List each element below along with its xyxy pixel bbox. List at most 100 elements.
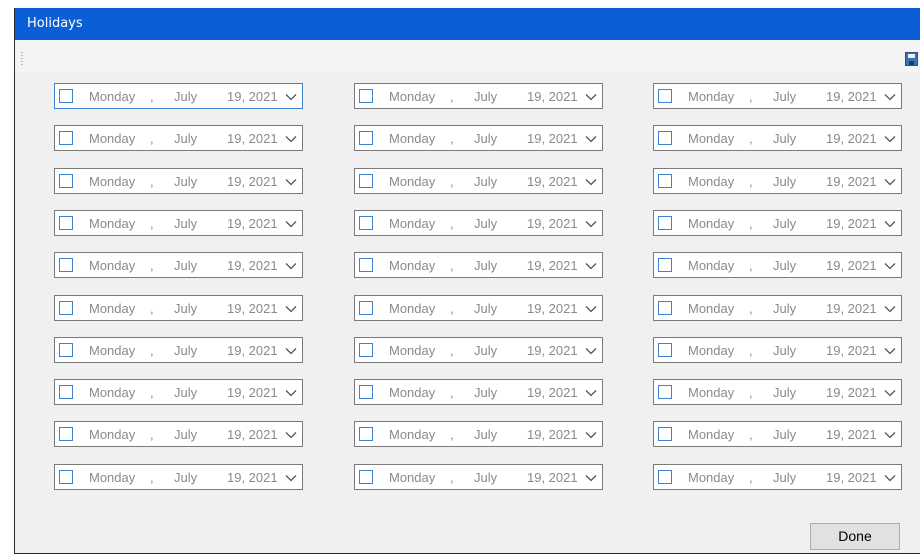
holiday-checkbox[interactable]: [658, 89, 672, 103]
chevron-down-icon[interactable]: [285, 431, 297, 439]
day-year-field[interactable]: 19, 2021: [227, 343, 278, 358]
chevron-down-icon[interactable]: [585, 305, 597, 313]
weekday-field[interactable]: Monday: [688, 301, 734, 316]
month-field[interactable]: July: [474, 89, 497, 104]
month-field[interactable]: July: [174, 131, 197, 146]
holiday-checkbox[interactable]: [359, 131, 373, 145]
chevron-down-icon[interactable]: [884, 220, 896, 228]
holiday-date-picker[interactable]: Monday, July 19, 2021: [54, 464, 303, 490]
weekday-field[interactable]: Monday: [89, 174, 135, 189]
month-field[interactable]: July: [773, 470, 796, 485]
holiday-checkbox[interactable]: [658, 427, 672, 441]
chevron-down-icon[interactable]: [585, 135, 597, 143]
day-year-field[interactable]: 19, 2021: [227, 301, 278, 316]
day-year-field[interactable]: 19, 2021: [227, 131, 278, 146]
holiday-date-picker[interactable]: Monday, July 19, 2021: [354, 421, 603, 447]
holiday-checkbox[interactable]: [59, 89, 73, 103]
holiday-checkbox[interactable]: [658, 385, 672, 399]
month-field[interactable]: July: [174, 427, 197, 442]
month-field[interactable]: July: [174, 174, 197, 189]
holiday-date-picker[interactable]: Monday, July 19, 2021: [354, 464, 603, 490]
month-field[interactable]: July: [474, 343, 497, 358]
weekday-field[interactable]: Monday: [89, 258, 135, 273]
day-year-field[interactable]: 19, 2021: [227, 174, 278, 189]
month-field[interactable]: July: [773, 216, 796, 231]
month-field[interactable]: July: [474, 301, 497, 316]
chevron-down-icon[interactable]: [585, 93, 597, 101]
holiday-date-picker[interactable]: Monday, July 19, 2021: [54, 295, 303, 321]
holiday-checkbox[interactable]: [658, 343, 672, 357]
weekday-field[interactable]: Monday: [688, 470, 734, 485]
day-year-field[interactable]: 19, 2021: [527, 258, 578, 273]
month-field[interactable]: July: [474, 470, 497, 485]
holiday-date-picker[interactable]: Monday, July 19, 2021: [54, 421, 303, 447]
month-field[interactable]: July: [474, 174, 497, 189]
chevron-down-icon[interactable]: [285, 178, 297, 186]
holiday-date-picker[interactable]: Monday, July 19, 2021: [653, 83, 902, 109]
holiday-checkbox[interactable]: [658, 301, 672, 315]
day-year-field[interactable]: 19, 2021: [227, 216, 278, 231]
holiday-checkbox[interactable]: [59, 174, 73, 188]
toolbar-grip-icon[interactable]: [21, 52, 23, 66]
chevron-down-icon[interactable]: [285, 474, 297, 482]
chevron-down-icon[interactable]: [585, 474, 597, 482]
holiday-date-picker[interactable]: Monday, July 19, 2021: [54, 125, 303, 151]
chevron-down-icon[interactable]: [884, 305, 896, 313]
weekday-field[interactable]: Monday: [389, 258, 435, 273]
holiday-checkbox[interactable]: [658, 258, 672, 272]
holiday-checkbox[interactable]: [359, 216, 373, 230]
holiday-checkbox[interactable]: [59, 216, 73, 230]
day-year-field[interactable]: 19, 2021: [227, 89, 278, 104]
holiday-checkbox[interactable]: [359, 385, 373, 399]
holiday-date-picker[interactable]: Monday, July 19, 2021: [354, 295, 603, 321]
month-field[interactable]: July: [474, 427, 497, 442]
weekday-field[interactable]: Monday: [89, 301, 135, 316]
chevron-down-icon[interactable]: [585, 347, 597, 355]
chevron-down-icon[interactable]: [285, 220, 297, 228]
day-year-field[interactable]: 19, 2021: [826, 427, 877, 442]
holiday-checkbox[interactable]: [658, 216, 672, 230]
weekday-field[interactable]: Monday: [688, 343, 734, 358]
day-year-field[interactable]: 19, 2021: [527, 131, 578, 146]
weekday-field[interactable]: Monday: [89, 427, 135, 442]
holiday-date-picker[interactable]: Monday, July 19, 2021: [54, 168, 303, 194]
holiday-date-picker[interactable]: Monday, July 19, 2021: [354, 125, 603, 151]
month-field[interactable]: July: [773, 174, 796, 189]
month-field[interactable]: July: [773, 89, 796, 104]
chevron-down-icon[interactable]: [585, 431, 597, 439]
chevron-down-icon[interactable]: [884, 389, 896, 397]
save-icon[interactable]: [905, 52, 918, 66]
chevron-down-icon[interactable]: [884, 93, 896, 101]
chevron-down-icon[interactable]: [285, 262, 297, 270]
day-year-field[interactable]: 19, 2021: [527, 385, 578, 400]
holiday-date-picker[interactable]: Monday, July 19, 2021: [653, 168, 902, 194]
weekday-field[interactable]: Monday: [688, 216, 734, 231]
month-field[interactable]: July: [474, 131, 497, 146]
chevron-down-icon[interactable]: [884, 135, 896, 143]
day-year-field[interactable]: 19, 2021: [227, 258, 278, 273]
weekday-field[interactable]: Monday: [389, 427, 435, 442]
month-field[interactable]: July: [773, 385, 796, 400]
weekday-field[interactable]: Monday: [389, 216, 435, 231]
day-year-field[interactable]: 19, 2021: [227, 385, 278, 400]
holiday-checkbox[interactable]: [658, 131, 672, 145]
holiday-checkbox[interactable]: [59, 301, 73, 315]
month-field[interactable]: July: [773, 427, 796, 442]
month-field[interactable]: July: [474, 385, 497, 400]
holiday-checkbox[interactable]: [359, 258, 373, 272]
holiday-checkbox[interactable]: [359, 427, 373, 441]
holiday-date-picker[interactable]: Monday, July 19, 2021: [653, 125, 902, 151]
chevron-down-icon[interactable]: [585, 262, 597, 270]
weekday-field[interactable]: Monday: [389, 470, 435, 485]
holiday-date-picker[interactable]: Monday, July 19, 2021: [54, 210, 303, 236]
weekday-field[interactable]: Monday: [389, 385, 435, 400]
chevron-down-icon[interactable]: [285, 305, 297, 313]
weekday-field[interactable]: Monday: [89, 343, 135, 358]
chevron-down-icon[interactable]: [285, 93, 297, 101]
weekday-field[interactable]: Monday: [389, 131, 435, 146]
chevron-down-icon[interactable]: [884, 431, 896, 439]
holiday-checkbox[interactable]: [359, 470, 373, 484]
weekday-field[interactable]: Monday: [89, 89, 135, 104]
month-field[interactable]: July: [174, 470, 197, 485]
chevron-down-icon[interactable]: [585, 178, 597, 186]
